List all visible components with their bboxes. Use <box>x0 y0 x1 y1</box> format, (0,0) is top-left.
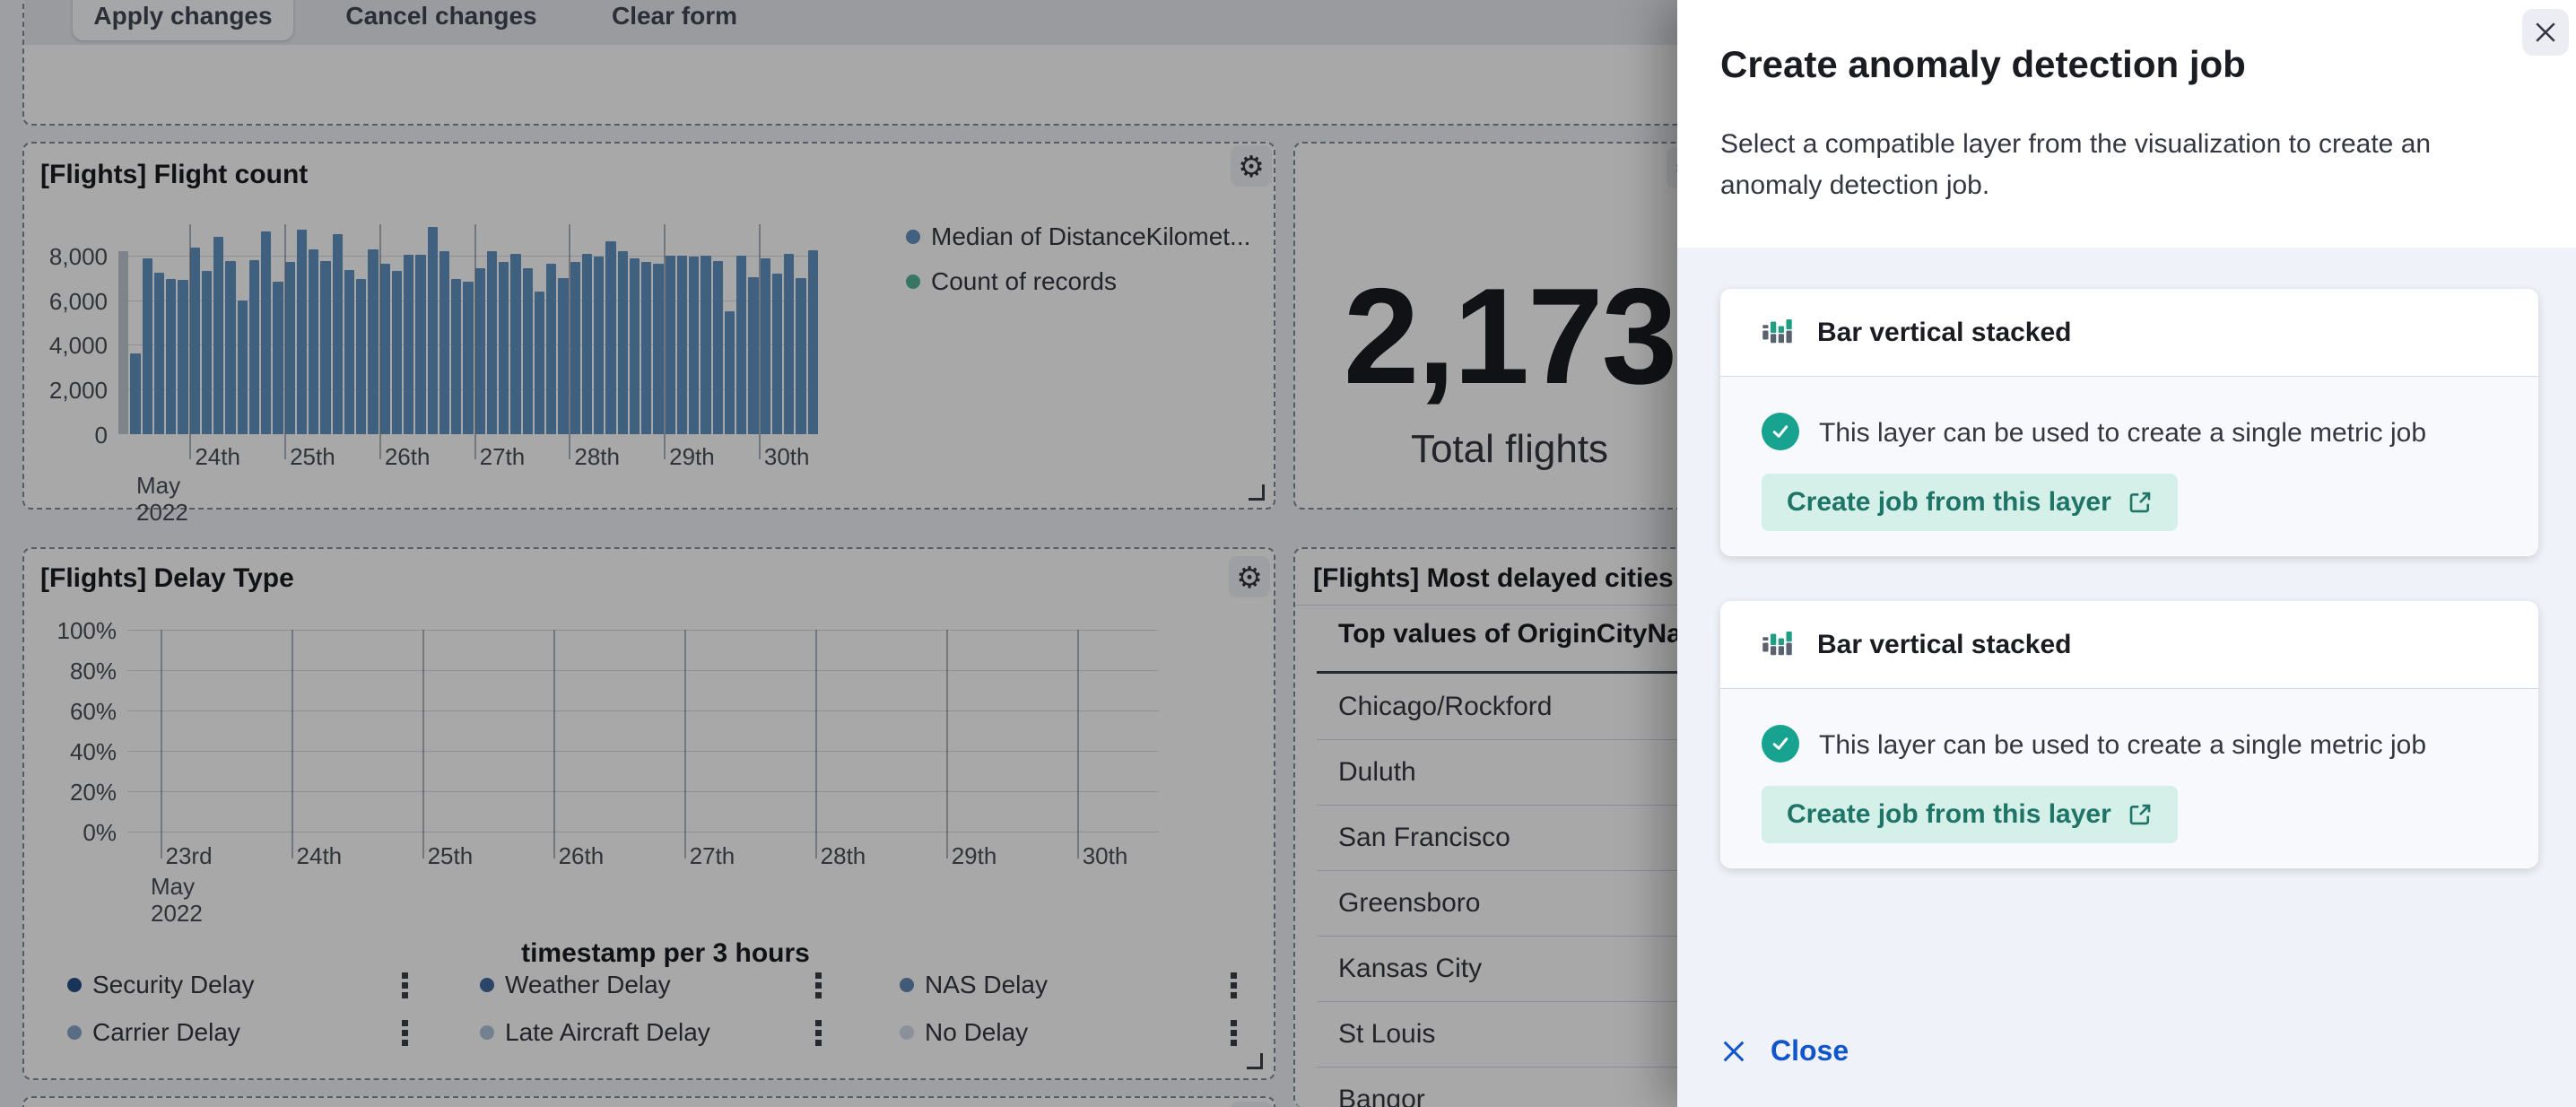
external-link-icon <box>2128 490 2153 515</box>
layer-card-header: Bar vertical stacked <box>1720 601 2538 689</box>
create-anomaly-job-flyout: Create anomaly detection job Select a co… <box>1677 0 2576 1107</box>
flyout-footer-close[interactable]: Close <box>1720 1034 1849 1068</box>
flyout-close-label: Close <box>1771 1034 1849 1068</box>
create-job-button-label: Create job from this layer <box>1787 799 2111 830</box>
close-icon <box>2534 21 2557 44</box>
compatibility-text: This layer can be used to create a singl… <box>1819 418 2426 449</box>
flyout-title: Create anomaly detection job <box>1720 43 2246 86</box>
create-job-button[interactable]: Create job from this layer <box>1762 474 2178 531</box>
layer-card: Bar vertical stacked This layer can be u… <box>1720 601 2538 868</box>
bar-vertical-stacked-icon <box>1762 627 1797 663</box>
create-job-button[interactable]: Create job from this layer <box>1762 786 2178 843</box>
compatibility-text: This layer can be used to create a singl… <box>1819 730 2426 761</box>
layer-card-body: This layer can be used to create a singl… <box>1720 377 2538 555</box>
layer-type-label: Bar vertical stacked <box>1817 318 2072 348</box>
layer-type-label: Bar vertical stacked <box>1817 630 2072 660</box>
flyout-body: Bar vertical stacked This layer can be u… <box>1677 248 2576 1107</box>
bar-vertical-stacked-icon <box>1762 315 1797 351</box>
layer-card: Bar vertical stacked This layer can be u… <box>1720 289 2538 556</box>
close-icon <box>1720 1038 1747 1065</box>
check-circle-icon <box>1762 413 1799 450</box>
app-root: Apply changes Cancel changes Clear form … <box>0 0 2576 1107</box>
create-job-button-label: Create job from this layer <box>1787 487 2111 518</box>
layer-card-header: Bar vertical stacked <box>1720 289 2538 377</box>
external-link-icon <box>2128 802 2153 827</box>
check-circle-icon <box>1762 725 1799 763</box>
layer-card-body: This layer can be used to create a singl… <box>1720 689 2538 867</box>
close-button[interactable] <box>2522 9 2569 56</box>
flyout-description: Select a compatible layer from the visua… <box>1720 124 2510 206</box>
